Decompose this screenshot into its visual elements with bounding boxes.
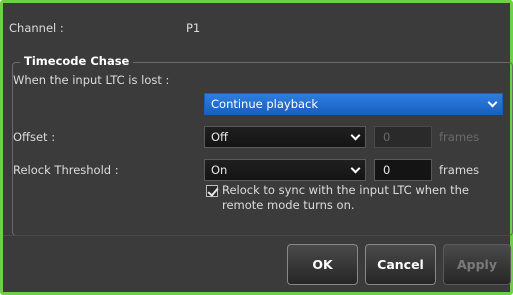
apply-button[interactable]: Apply (443, 244, 511, 285)
relock-threshold-select-value: On (211, 163, 228, 177)
channel-value: P1 (186, 21, 201, 35)
offset-frames-input[interactable]: 0 (374, 126, 432, 148)
chevron-down-icon (350, 163, 361, 174)
relock-threshold-label: Relock Threshold : (13, 163, 119, 177)
ltc-lost-label: When the input LTC is lost : (13, 73, 170, 87)
group-title: Timecode Chase (20, 54, 134, 68)
relock-frames-input[interactable]: 0 (374, 159, 432, 181)
offset-unit: frames (439, 130, 480, 144)
ok-button[interactable]: OK (287, 244, 358, 285)
ltc-lost-select-value: Continue playback (211, 97, 319, 111)
offset-select[interactable]: Off (204, 126, 366, 148)
timecode-chase-dialog: Channel : P1 Timecode Chase When the inp… (0, 0, 513, 295)
relock-sync-label-line1: Relock to sync with the input LTC when t… (222, 183, 469, 197)
chevron-down-icon (487, 97, 498, 108)
relock-threshold-select[interactable]: On (204, 159, 366, 181)
offset-select-value: Off (211, 130, 228, 144)
offset-label: Offset : (13, 130, 56, 144)
cancel-button[interactable]: Cancel (365, 244, 436, 285)
relock-sync-checkbox[interactable] (206, 185, 218, 197)
footer-divider (3, 235, 510, 236)
chevron-down-icon (350, 130, 361, 141)
relock-unit: frames (439, 163, 480, 177)
ltc-lost-select[interactable]: Continue playback (204, 93, 503, 115)
relock-sync-label-line2: remote mode turns on. (222, 198, 355, 212)
channel-label: Channel : (9, 21, 64, 35)
